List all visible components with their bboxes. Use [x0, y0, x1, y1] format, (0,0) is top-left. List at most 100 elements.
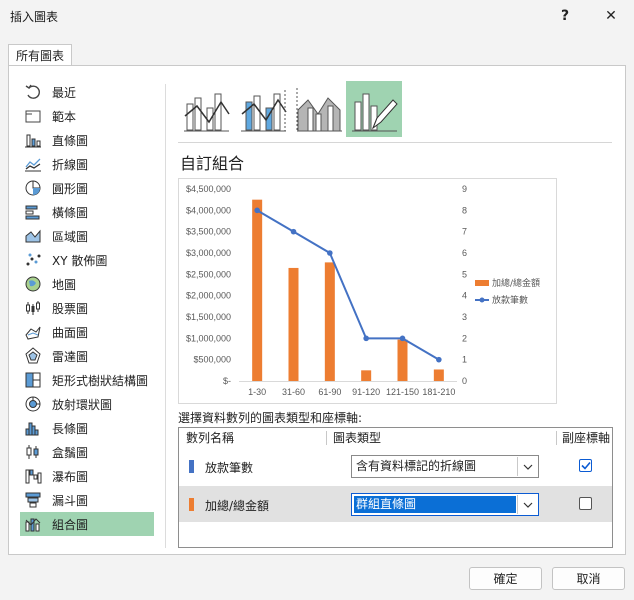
- sidebar-item[interactable]: 瀑布圖: [20, 464, 154, 488]
- column-divider: [326, 431, 327, 445]
- sidebar-item-label: 漏斗圖: [52, 493, 89, 508]
- sidebar-item[interactable]: 放射環狀圖: [20, 392, 154, 416]
- y2-tick-label: 5: [462, 269, 467, 279]
- template-icon: [24, 107, 42, 125]
- sidebar-item[interactable]: 組合圖: [20, 512, 154, 536]
- series-name: 加總/總金額: [205, 499, 270, 513]
- y-tick-label: $4,000,000: [186, 205, 231, 215]
- y2-tick-label: 7: [462, 227, 467, 237]
- bar: [361, 370, 372, 381]
- title-bar: 插入圖表 ? ✕: [0, 0, 634, 32]
- sidebar-item-label: 圓形圖: [52, 181, 89, 196]
- sidebar-item[interactable]: 矩形式樹狀結構圖: [20, 368, 154, 392]
- sidebar-item-label: 放射環狀圖: [52, 397, 113, 412]
- bar-chart-icon: [24, 203, 42, 221]
- line-marker: [363, 335, 369, 342]
- x-tick-label: 91-120: [352, 387, 380, 397]
- y-tick-label: $1,000,000: [186, 333, 231, 343]
- chart-type-dropdown[interactable]: 含有資料標記的折線圖: [351, 455, 539, 478]
- sidebar-item-label: 股票圖: [52, 301, 89, 316]
- sidebar-item[interactable]: 曲面圖: [20, 320, 154, 344]
- series-row[interactable]: 放款筆數 含有資料標記的折線圖: [179, 448, 612, 484]
- x-tick-label: 61-90: [318, 387, 341, 397]
- combo-chart: $- $500,000 $1,000,000 $1,500,000 $2,000,000…: [186, 184, 540, 397]
- sidebar-item[interactable]: 橫條圖: [20, 200, 154, 224]
- line-chart-icon: [24, 155, 42, 173]
- sidebar-item-label: 橫條圖: [52, 205, 89, 220]
- subtype-stacked-area-clustered-column[interactable]: [291, 81, 347, 137]
- custom-combination-icon: [352, 93, 398, 132]
- cancel-button[interactable]: 取消: [552, 567, 625, 590]
- surface-chart-icon: [24, 323, 42, 341]
- y2-tick-label: 6: [462, 248, 467, 258]
- series-row[interactable]: 加總/總金額 群組直條圖: [179, 486, 612, 522]
- treemap-icon: [24, 371, 42, 389]
- y2-tick-label: 3: [462, 312, 467, 322]
- sidebar-item-label: 瀑布圖: [52, 469, 89, 484]
- sidebar-item[interactable]: 折線圖: [20, 152, 154, 176]
- y-tick-label: $3,500,000: [186, 227, 231, 237]
- sunburst-icon: [24, 395, 42, 413]
- secondary-axis-checkbox[interactable]: [579, 497, 592, 510]
- series-color-swatch: [189, 498, 194, 511]
- map-chart-icon: [24, 275, 42, 293]
- chevron-down-icon: [523, 502, 532, 508]
- column-header-chart-type: 圖表類型: [333, 431, 382, 445]
- ok-button[interactable]: 確定: [469, 567, 542, 590]
- sidebar-item[interactable]: XY 散佈圖: [20, 248, 154, 272]
- line-marker: [399, 335, 406, 342]
- chart-type-value: 群組直條圖: [354, 496, 516, 513]
- sidebar-item[interactable]: 雷達圖: [20, 344, 154, 368]
- stacked-area-clustered-column-icon: [296, 88, 342, 132]
- sidebar-item[interactable]: 區域圖: [20, 224, 154, 248]
- y2-tick-label: 2: [462, 333, 467, 343]
- sidebar-item[interactable]: 最近: [20, 80, 154, 104]
- secondary-axis-checkbox[interactable]: [579, 459, 592, 472]
- y-tick-label: $2,000,000: [186, 291, 231, 301]
- y2-tick-label: 9: [462, 184, 467, 194]
- close-button[interactable]: ✕: [588, 0, 634, 32]
- column-divider: [556, 431, 557, 445]
- dropdown-button[interactable]: [517, 457, 537, 476]
- chevron-down-icon: [523, 464, 532, 470]
- sidebar-item[interactable]: 盒鬚圖: [20, 440, 154, 464]
- sidebar-item-label: XY 散佈圖: [52, 253, 108, 268]
- sidebar-item-label: 長條圖: [52, 421, 89, 436]
- y-tick-label: $4,500,000: [186, 184, 231, 194]
- bar: [397, 339, 408, 381]
- y-tick-label: $3,000,000: [186, 248, 231, 258]
- column-header-secondary-axis: 副座標軸: [562, 431, 611, 445]
- chart-type-value: 含有資料標記的折線圖: [356, 459, 477, 473]
- dialog-title: 插入圖表: [10, 10, 59, 24]
- y-tick-label: $1,500,000: [186, 312, 231, 322]
- sidebar-item-label: 最近: [52, 85, 77, 100]
- sidebar-item[interactable]: 圓形圖: [20, 176, 154, 200]
- subtype-clustered-column-line[interactable]: [178, 81, 234, 137]
- sidebar-item-label: 組合圖: [52, 517, 89, 532]
- y-tick-label: $500,000: [193, 355, 231, 365]
- tab-all-charts[interactable]: 所有圖表: [8, 44, 72, 66]
- subtype-clustered-column-line-secondary-axis[interactable]: [235, 81, 291, 137]
- chart-type-dropdown[interactable]: 群組直條圖: [351, 493, 539, 516]
- sidebar-item-label: 地圖: [52, 277, 77, 292]
- sidebar-item[interactable]: 漏斗圖: [20, 488, 154, 512]
- sidebar-item[interactable]: 地圖: [20, 272, 154, 296]
- sidebar-item[interactable]: 範本: [20, 104, 154, 128]
- funnel-icon: [24, 491, 42, 509]
- x-tick-label: 1-30: [248, 387, 266, 397]
- sidebar-item-label: 矩形式樹狀結構圖: [52, 373, 149, 388]
- line-marker: [327, 250, 333, 256]
- legend-swatch: [475, 280, 489, 286]
- dropdown-button[interactable]: [517, 495, 537, 514]
- area-chart-icon: [24, 227, 42, 245]
- sidebar-item[interactable]: 股票圖: [20, 296, 154, 320]
- sidebar-item[interactable]: 長條圖: [20, 416, 154, 440]
- legend-label: 加總/總金額: [492, 277, 540, 289]
- sidebar-item[interactable]: 直條圖: [20, 128, 154, 152]
- subtype-custom-combination[interactable]: [346, 81, 402, 137]
- y2-tick-label: 8: [462, 205, 467, 215]
- sidebar-item-label: 曲面圖: [52, 325, 89, 340]
- box-whisker-icon: [24, 443, 42, 461]
- help-button[interactable]: ?: [542, 0, 588, 32]
- sidebar-item-label: 區域圖: [52, 229, 89, 244]
